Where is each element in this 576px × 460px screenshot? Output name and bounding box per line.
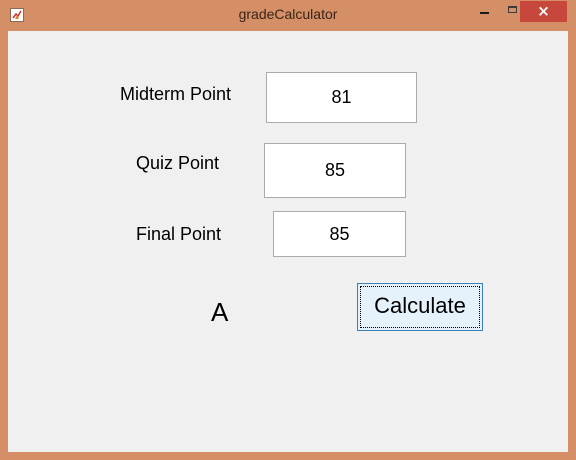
minimize-button[interactable] <box>472 2 498 22</box>
final-field[interactable]: 85 <box>273 211 406 257</box>
close-button[interactable]: × <box>520 1 567 22</box>
app-window: gradeCalculator × Midterm Point 81 Quiz … <box>0 0 576 460</box>
maximize-icon <box>508 6 517 13</box>
window-edge <box>570 100 574 150</box>
quiz-label: Quiz Point <box>136 153 220 173</box>
quiz-field[interactable]: 85 <box>264 143 406 198</box>
minimize-icon <box>480 12 489 14</box>
close-icon: × <box>537 2 550 20</box>
midterm-field[interactable]: 81 <box>266 72 417 123</box>
calculate-button-label: Calculate <box>374 293 466 318</box>
form-panel: Midterm Point 81 Quiz Point 85 Final Poi… <box>8 31 568 452</box>
title-bar[interactable]: gradeCalculator × <box>0 0 576 31</box>
midterm-label: Midterm Point <box>120 84 232 104</box>
final-label: Final Point <box>136 224 222 244</box>
grade-result: A <box>211 297 229 327</box>
calculate-button[interactable]: Calculate <box>357 283 483 331</box>
